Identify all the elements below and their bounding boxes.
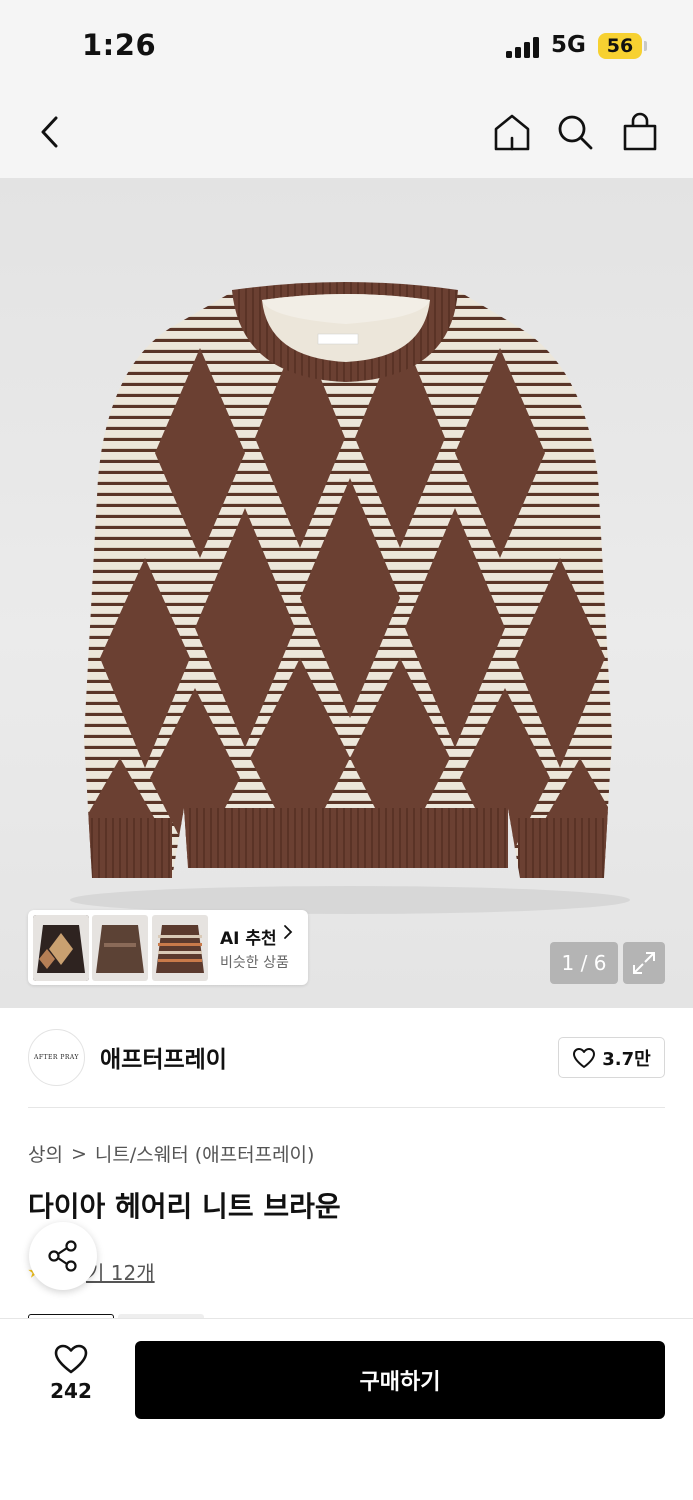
recommendation-thumb-3[interactable] [152, 915, 208, 981]
ai-recommendation-subtitle: 비슷한 상품 [220, 955, 289, 971]
nav-bar [0, 90, 693, 178]
status-bar: 1:26 5G 56 [0, 0, 693, 90]
share-icon [48, 1240, 77, 1272]
brand-like-button[interactable]: 3.7만 [558, 1037, 665, 1078]
product-image [70, 282, 630, 914]
home-icon[interactable] [490, 110, 534, 154]
shopping-bag-icon[interactable] [618, 110, 662, 154]
recommendation-thumb-2[interactable] [92, 915, 148, 981]
wishlist-button[interactable]: 242 [36, 1343, 106, 1413]
brand-logo[interactable]: AFTER PRAY [28, 1029, 85, 1086]
ai-recommendation-title: AI 추천 [220, 929, 277, 949]
breadcrumb-category[interactable]: 상의 [28, 1140, 63, 1167]
network-label: 5G [551, 32, 586, 58]
back-icon[interactable] [28, 110, 72, 154]
heart-icon [54, 1344, 88, 1374]
bottom-action-bar: 242 구매하기 [0, 1318, 693, 1500]
heart-icon [573, 1047, 596, 1068]
product-image-gallery[interactable]: AI 추천 비슷한 상품 1 / 6 [0, 178, 693, 1008]
status-time: 1:26 [82, 28, 157, 62]
signal-icon [506, 36, 542, 58]
breadcrumb-separator: > [70, 1142, 87, 1165]
search-icon[interactable] [553, 110, 597, 154]
brand-name[interactable]: 애프터프레이 [100, 1040, 227, 1074]
chevron-right-icon [283, 924, 293, 945]
brand-like-count: 3.7만 [602, 1048, 651, 1070]
product-title: 다이아 헤어리 니트 브라운 [28, 1190, 341, 1223]
expand-icon[interactable] [623, 942, 665, 984]
wishlist-count: 242 [50, 1379, 92, 1403]
divider [28, 1107, 665, 1108]
breadcrumb-subcategory[interactable]: 니트/스웨터 (애프터프레이) [95, 1140, 315, 1167]
ai-recommendation-panel[interactable]: AI 추천 비슷한 상품 [28, 910, 308, 985]
battery-icon: 56 [598, 33, 642, 59]
recommendation-thumb-1[interactable] [33, 915, 89, 981]
buy-button[interactable]: 구매하기 [135, 1341, 665, 1419]
battery-tip [644, 41, 647, 51]
share-button[interactable] [29, 1222, 97, 1290]
image-counter: 1 / 6 [550, 942, 618, 984]
breadcrumb: 상의 > 니트/스웨터 (애프터프레이) [28, 1140, 314, 1167]
